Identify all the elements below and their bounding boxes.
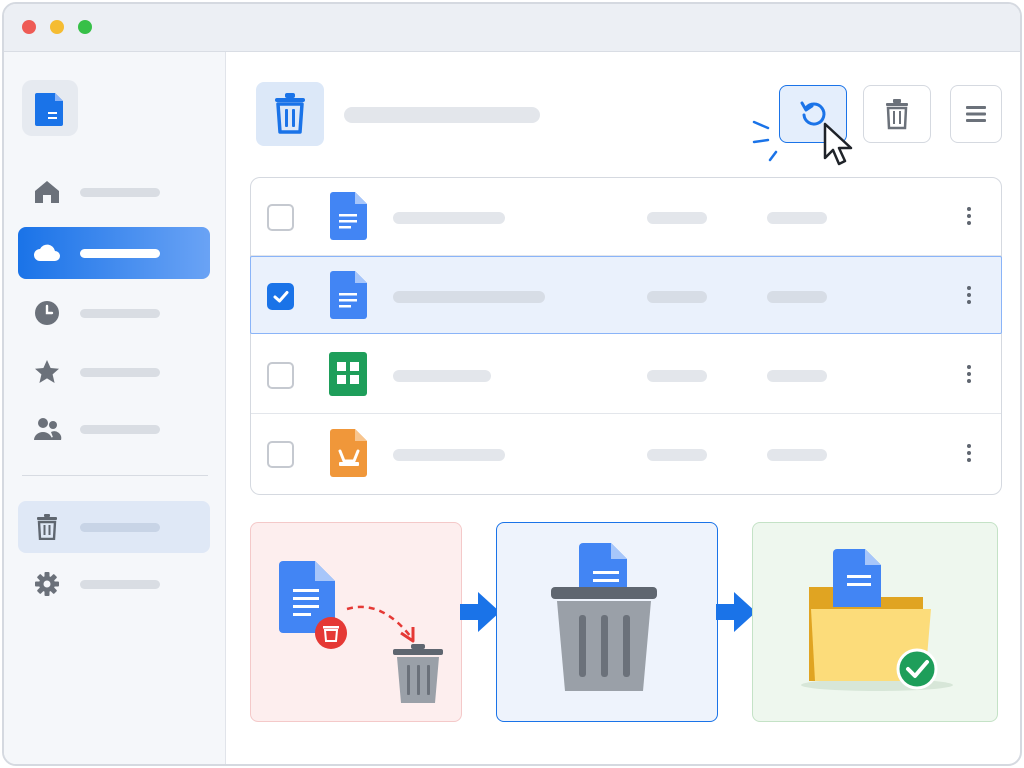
row-checkbox[interactable] [267, 362, 294, 389]
home-icon [35, 181, 59, 203]
file-name [393, 212, 505, 224]
minimize-window-button[interactable] [50, 20, 64, 34]
file-list [250, 177, 1002, 495]
file-date [767, 291, 827, 303]
step-restored-panel [752, 522, 998, 722]
sidebar-item-starred[interactable] [18, 346, 210, 398]
sidebar [4, 52, 226, 764]
page-title [344, 107, 540, 123]
clock-icon [35, 301, 59, 325]
file-to-trash-illustration [279, 561, 443, 703]
maximize-window-button[interactable] [78, 20, 92, 34]
table-row[interactable] [250, 256, 1002, 334]
sidebar-divider [22, 475, 208, 476]
step-delete-file-panel [250, 522, 462, 722]
sidebar-item-recent[interactable] [18, 287, 210, 339]
gear-icon [35, 572, 59, 596]
file-owner [647, 212, 707, 224]
sidebar-item-label [80, 309, 160, 318]
trash-icon [275, 93, 305, 134]
row-checkbox[interactable] [267, 441, 294, 468]
more-options-button[interactable] [959, 441, 979, 469]
more-options-button[interactable] [959, 362, 979, 390]
step-in-trash-panel [496, 522, 718, 722]
file-owner [647, 449, 707, 461]
sidebar-item-trash[interactable] [18, 501, 210, 553]
file-restored-illustration [801, 549, 953, 691]
file-in-trash-illustration [551, 543, 657, 691]
checkmark-icon [273, 291, 289, 303]
sidebar-item-shared[interactable] [18, 403, 210, 455]
sidebar-item-my-drive[interactable] [18, 227, 210, 279]
row-checkbox[interactable] [267, 204, 294, 231]
file-owner [647, 291, 707, 303]
spreadsheet-icon [329, 352, 367, 396]
sidebar-item-label [80, 368, 160, 377]
menu-button[interactable] [950, 85, 1002, 143]
sidebar-item-label [80, 580, 160, 589]
sidebar-item-label [80, 188, 160, 197]
row-checkbox[interactable] [267, 283, 294, 310]
main-content [226, 52, 1020, 764]
app-window [2, 2, 1022, 766]
file-name [393, 291, 545, 303]
sidebar-item-home[interactable] [18, 166, 210, 218]
people-icon [34, 418, 62, 440]
sidebar-item-label [80, 425, 160, 434]
presentation-icon [330, 429, 367, 477]
app-logo[interactable] [22, 80, 78, 136]
table-row[interactable] [251, 415, 1001, 493]
mouse-cursor-icon [823, 122, 853, 166]
sidebar-item-settings[interactable] [18, 558, 210, 610]
file-name [393, 370, 491, 382]
page-header-icon [256, 82, 324, 146]
more-options-button[interactable] [959, 283, 979, 311]
trash-icon [37, 514, 57, 540]
cloud-icon [34, 244, 60, 261]
sidebar-item-label [80, 523, 160, 532]
close-window-button[interactable] [22, 20, 36, 34]
document-icon [330, 192, 367, 240]
sidebar-item-label [80, 249, 160, 258]
table-row[interactable] [251, 336, 1001, 414]
file-name [393, 449, 505, 461]
file-owner [647, 370, 707, 382]
file-date [767, 449, 827, 461]
more-options-button[interactable] [959, 204, 979, 232]
file-date [767, 212, 827, 224]
menu-icon [966, 106, 986, 122]
document-icon [35, 93, 63, 126]
document-icon [330, 271, 367, 319]
file-date [767, 370, 827, 382]
star-icon [35, 360, 59, 383]
title-bar [4, 4, 1020, 52]
table-row[interactable] [251, 178, 1001, 256]
